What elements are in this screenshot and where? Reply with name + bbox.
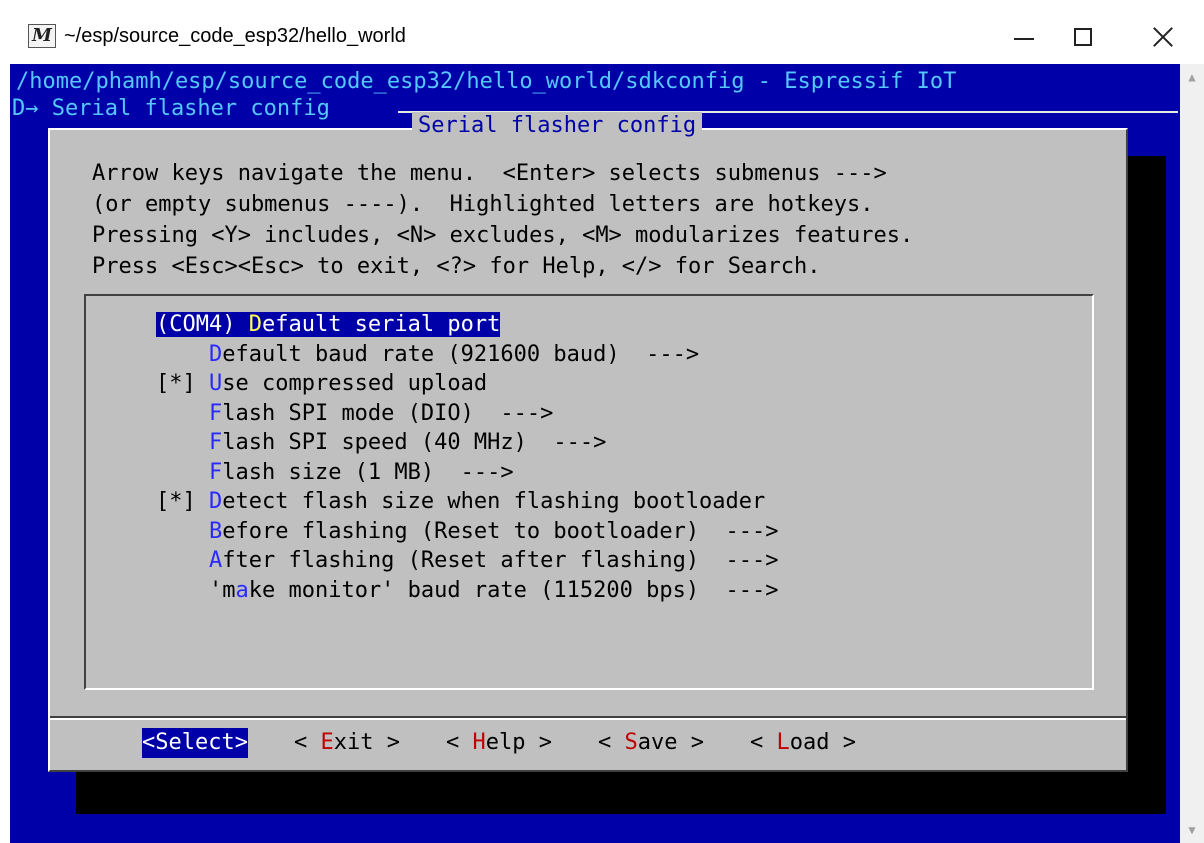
menu-item-label: fter flashing (Reset after flashing) ---… [222, 548, 779, 573]
button-rest: elp [485, 730, 526, 755]
menu-item-hotkey: U [208, 371, 223, 396]
button-hotkey: E [320, 730, 334, 755]
menu-item-text: (COM4) Default serial port [156, 312, 501, 337]
menu-item-label: se compressed upload [222, 371, 488, 396]
menu-item-hotkey: B [208, 518, 223, 544]
menu-item-text: Default baud rate (921600 baud) ---> [156, 342, 699, 367]
button-close: > [677, 730, 704, 755]
button-open: < [293, 730, 321, 755]
menu-item-hotkey: a [235, 577, 249, 603]
button-close: > [234, 730, 248, 755]
scroll-down-arrow-icon[interactable]: ▼ [1185, 824, 1199, 836]
button-close: > [525, 730, 552, 755]
menu-item-prefix [156, 342, 209, 367]
window-titlebar: M ~/esp/source_code_esp32/hello_world [0, 0, 1204, 64]
menu-button-select[interactable]: <Select> [142, 728, 248, 758]
button-hotkey: H [472, 730, 486, 755]
button-open: < [445, 730, 473, 755]
button-open: < [142, 730, 156, 755]
menu-item-text: Flash size (1 MB) ---> [156, 460, 514, 485]
button-rest: elect [168, 730, 235, 755]
menu-item-prefix: [*] [156, 371, 209, 396]
menu-item-text: Before flashing (Reset to bootloader) --… [156, 519, 779, 544]
menu-item-text: After flashing (Reset after flashing) --… [156, 548, 779, 573]
menu-item[interactable]: (COM4) Default serial port [156, 310, 779, 340]
help-line: Arrow keys navigate the menu. <Enter> se… [92, 161, 887, 186]
button-rest: ave [637, 730, 678, 755]
scroll-up-arrow-icon[interactable]: ▲ [1185, 71, 1199, 83]
help-text: Arrow keys navigate the menu. <Enter> se… [92, 158, 913, 282]
menu-list: (COM4) Default serial port Default baud … [156, 310, 779, 605]
breadcrumb: D→ Serial flasher config [12, 96, 344, 121]
menu-button-exit[interactable]: < Exit > [294, 728, 400, 758]
minimize-button[interactable] [996, 14, 1052, 58]
menu-button-load[interactable]: < Load > [750, 728, 856, 758]
menu-item[interactable]: Flash SPI speed (40 MHz) ---> [156, 428, 779, 458]
menu-item-hotkey: D [208, 341, 223, 367]
menu-item-text: Flash SPI mode (DIO) ---> [156, 401, 553, 426]
menu-item[interactable]: 'make monitor' baud rate (115200 bps) --… [156, 576, 779, 606]
menu-item-prefix: 'm [156, 577, 236, 603]
button-rest: oad [789, 730, 830, 755]
menu-item-prefix [156, 401, 209, 426]
menu-item-text: Flash SPI speed (40 MHz) ---> [156, 430, 606, 455]
help-line: (or empty submenus ----). Highlighted le… [92, 192, 874, 217]
menu-item-prefix [156, 430, 209, 455]
menu-item-prefix: (COM4) [156, 312, 249, 337]
dialog-title: Serial flasher config [412, 112, 703, 140]
menu-item[interactable]: Before flashing (Reset to bootloader) --… [156, 517, 779, 547]
button-hotkey: S [155, 730, 169, 755]
menu-list-box: (COM4) Default serial port Default baud … [84, 294, 1094, 690]
menu-item[interactable]: Flash size (1 MB) ---> [156, 458, 779, 488]
menu-item-label: ke monitor' baud rate (115200 bps) ---> [248, 577, 779, 603]
button-hotkey: S [624, 730, 638, 755]
menu-item-label: efault serial port [261, 312, 501, 337]
menu-item[interactable]: Default baud rate (921600 baud) ---> [156, 340, 779, 370]
menu-item-hotkey: D [248, 312, 262, 337]
menu-button-save[interactable]: < Save > [598, 728, 704, 758]
menu-item-prefix [156, 548, 209, 573]
menu-item-text: 'make monitor' baud rate (115200 bps) --… [156, 578, 779, 603]
button-close: > [829, 730, 856, 755]
button-close: > [373, 730, 400, 755]
menu-item-label: lash size (1 MB) ---> [222, 459, 514, 485]
button-open: < [749, 730, 777, 755]
menu-item-hotkey: D [208, 489, 223, 514]
menu-item-prefix [156, 460, 209, 485]
maximize-button[interactable] [1056, 14, 1112, 58]
menu-item-label: etect flash size when flashing bootloade… [222, 489, 766, 514]
button-hotkey: L [776, 730, 790, 755]
menu-item-prefix [156, 519, 209, 544]
config-path-line: /home/phamh/esp/source_code_esp32/hello_… [16, 69, 957, 94]
terminal-screen[interactable]: /home/phamh/esp/source_code_esp32/hello_… [10, 64, 1180, 843]
window-title: ~/esp/source_code_esp32/hello_world [64, 25, 406, 47]
menu-item-hotkey: A [208, 548, 223, 573]
menu-item-hotkey: F [208, 430, 223, 455]
menu-item[interactable]: Flash SPI mode (DIO) ---> [156, 399, 779, 429]
menu-item[interactable]: [*] Detect flash size when flashing boot… [156, 487, 779, 517]
menu-item[interactable]: [*] Use compressed upload [156, 369, 779, 399]
menu-item-label: lash SPI mode (DIO) ---> [222, 400, 554, 426]
menu-item-label: efault baud rate (921600 baud) ---> [222, 341, 700, 367]
button-open: < [597, 730, 625, 755]
button-rest: xit [333, 730, 374, 755]
menu-button-help[interactable]: < Help > [446, 728, 552, 758]
menu-item-text: [*] Detect flash size when flashing boot… [156, 489, 765, 514]
help-line: Pressing <Y> includes, <N> excludes, <M>… [92, 223, 914, 248]
menu-item-label: efore flashing (Reset to bootloader) ---… [222, 518, 779, 544]
menu-item-hotkey: F [208, 400, 223, 426]
menu-item-hotkey: F [208, 459, 223, 485]
close-button[interactable] [1136, 14, 1192, 58]
menu-item-label: lash SPI speed (40 MHz) ---> [222, 430, 607, 455]
menuconfig-dialog: Serial flasher config Arrow keys navigat… [48, 112, 1128, 772]
app-icon: M [28, 24, 56, 48]
vertical-scrollbar[interactable]: ▲ ▼ [1180, 64, 1204, 843]
button-row: <Select> < Exit > < Help > < Save > < Load > [142, 728, 856, 758]
menu-item[interactable]: After flashing (Reset after flashing) --… [156, 546, 779, 576]
help-line: Press <Esc><Esc> to exit, <?> for Help, … [92, 254, 821, 279]
menu-item-text: [*] Use compressed upload [156, 371, 487, 396]
menu-item-prefix: [*] [156, 489, 209, 514]
button-separator-highlight [50, 718, 1126, 720]
